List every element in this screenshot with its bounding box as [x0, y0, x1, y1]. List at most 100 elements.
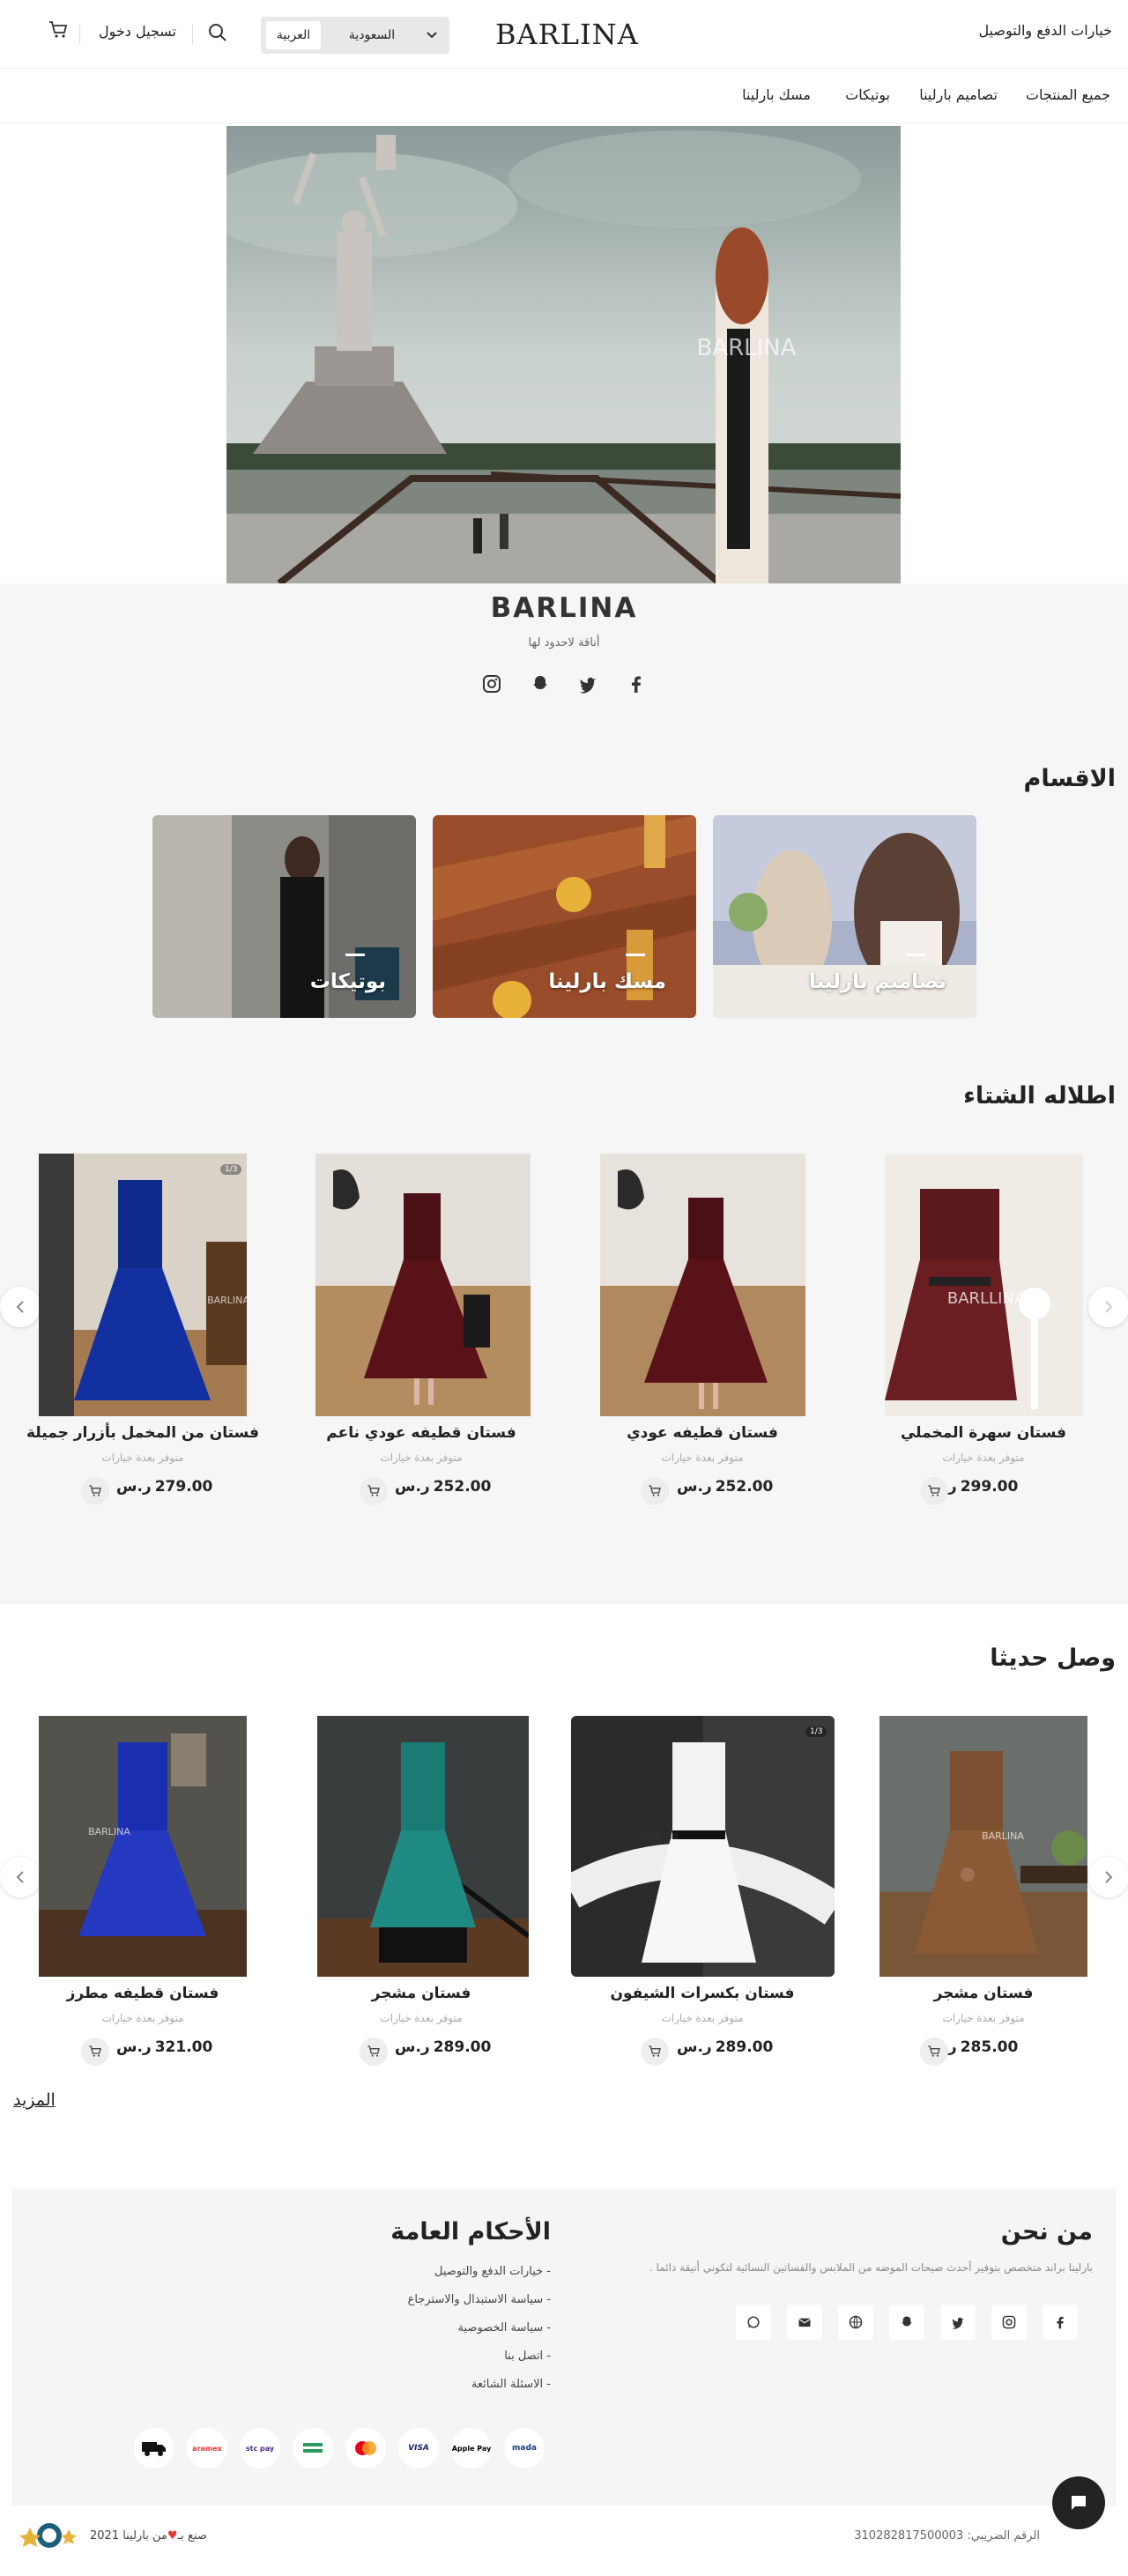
product-image[interactable]: BARLINA 1/3 — [571, 1716, 835, 1977]
category-card-musk[interactable]: مسك بارلينا — [433, 815, 696, 1018]
footer-link-returns[interactable]: - سياسة الاستبدال والاسترجاع — [408, 2293, 551, 2321]
login-link[interactable]: تسجيل دخول — [99, 23, 176, 40]
snapchat-icon[interactable] — [528, 672, 553, 696]
categories-title: الاقسام — [1023, 765, 1116, 792]
search-icon[interactable] — [208, 23, 227, 42]
hero-banner[interactable]: BARLINA — [226, 126, 901, 583]
salla-badge-icon[interactable] — [14, 2520, 78, 2550]
product-price: 279.00 ر.س — [116, 1478, 212, 1496]
apple-pay-icon: Apple Pay — [451, 2428, 492, 2468]
bank-transfer-icon — [293, 2428, 333, 2468]
price-value: 289.00 — [715, 2038, 774, 2056]
footer-terms-title: الأحكام العامة — [390, 2218, 551, 2246]
tax-number-value: 310282817500003 — [854, 2529, 964, 2543]
globe-icon[interactable] — [838, 2305, 873, 2340]
product-image[interactable] — [315, 1154, 531, 1416]
price-currency: ر.س — [395, 1478, 430, 1496]
svg-text:BARLINA: BARLINA — [88, 1826, 130, 1837]
category-label: مسك بارلينا — [548, 970, 666, 993]
product-image[interactable] — [600, 1154, 805, 1416]
product-image[interactable]: BARLINA — [879, 1716, 1087, 1977]
footer-link-faq[interactable]: - الاسئلة الشائعة — [408, 2378, 551, 2406]
category-label: بوتيكات — [309, 970, 386, 993]
product-name[interactable]: فستان مشجر — [860, 1985, 1107, 2002]
product-price: 252.00 ر.س — [677, 1478, 773, 1496]
site-logo[interactable]: BARLINA — [495, 18, 639, 51]
price-value: 285.00 — [960, 2038, 1019, 2056]
language-option[interactable]: العربية — [266, 21, 321, 49]
svg-text:BARLINA: BARLINA — [982, 1830, 1024, 1842]
footer-link-shipping[interactable]: - خيارات الدفع والتوصيل — [408, 2265, 551, 2293]
product-name[interactable]: فستان بكسرات الشيفون — [579, 1985, 826, 2002]
chat-button[interactable] — [1052, 2476, 1105, 2529]
twitter-icon[interactable] — [940, 2305, 976, 2340]
facebook-icon[interactable] — [1043, 2305, 1078, 2340]
svg-text:BARLINA: BARLINA — [640, 1832, 679, 1842]
footer-about-title: من نحن — [1000, 2218, 1093, 2246]
email-icon[interactable] — [787, 2305, 822, 2340]
carousel-next-button[interactable] — [1088, 1857, 1128, 1897]
add-to-cart-button[interactable] — [360, 1477, 388, 1505]
image-counter-badge: 1/3 — [220, 1164, 242, 1175]
aramex-icon: aramex — [187, 2428, 227, 2468]
winter-title: اطلاله الشتاء — [963, 1082, 1116, 1110]
product-name[interactable]: فستان قطيفه مطرز — [19, 1985, 266, 2002]
svg-text:BARLLINA: BARLLINA — [947, 1289, 1026, 1308]
country-option[interactable]: السعودية — [327, 21, 417, 49]
footer — [12, 2188, 1116, 2505]
add-to-cart-button[interactable] — [920, 2038, 948, 2066]
cart-icon[interactable] — [48, 19, 69, 41]
product-name[interactable]: فستان سهرة المخملي — [860, 1424, 1107, 1442]
carousel-prev-button[interactable] — [0, 1857, 41, 1897]
add-to-cart-button[interactable] — [920, 1477, 948, 1505]
carousel-next-button[interactable] — [1088, 1287, 1128, 1327]
footer-link-privacy[interactable]: - سياسة الخصوصية — [408, 2321, 551, 2350]
shipping-options-link[interactable]: خيارات الدفع والتوصيل — [978, 22, 1112, 39]
category-dash — [906, 954, 925, 956]
product-name[interactable]: فستان قطيفه عودي ناعم — [298, 1424, 545, 1442]
product-name[interactable]: فستان من المخمل بأزرار جميلة — [19, 1424, 266, 1442]
add-to-cart-button[interactable] — [641, 1477, 669, 1505]
add-to-cart-button[interactable] — [81, 2038, 109, 2066]
price-value: 279.00 — [154, 1478, 213, 1496]
twitter-icon[interactable] — [575, 672, 600, 696]
price-currency: ر.س — [116, 2038, 152, 2056]
add-to-cart-button[interactable] — [360, 2038, 388, 2066]
price-value: 289.00 — [433, 2038, 492, 2056]
nav-item-barlina-designs[interactable]: تصاميم بارلينا — [919, 86, 998, 103]
divider — [192, 25, 193, 44]
category-label: تصاميم بارلينا — [808, 970, 946, 993]
more-link[interactable]: المزيد — [13, 2090, 56, 2110]
locale-selector[interactable]: العربية السعودية — [261, 17, 449, 54]
add-to-cart-button[interactable] — [81, 1477, 109, 1505]
product-image[interactable]: BARLLINA — [885, 1154, 1083, 1416]
product-availability: متوفر بعدة خيارات — [661, 2012, 744, 2024]
footer-links: - خيارات الدفع والتوصيل - سياسة الاستبدا… — [408, 2265, 551, 2406]
product-name[interactable]: فستان قطيفه عودي — [579, 1424, 826, 1442]
facebook-icon[interactable] — [624, 672, 649, 696]
instagram-icon[interactable] — [991, 2305, 1027, 2340]
image-counter-badge: 1/3 — [805, 1726, 827, 1737]
snapchat-icon[interactable] — [889, 2305, 924, 2340]
price-currency: ر.س — [677, 1478, 712, 1496]
product-price: 252.00 ر.س — [395, 1478, 491, 1496]
instagram-icon[interactable] — [479, 672, 504, 696]
category-card-designs[interactable]: تصاميم بارلينا — [713, 815, 976, 1018]
footer-link-contact[interactable]: - اتصل بنا — [408, 2350, 551, 2378]
product-image[interactable]: BARLINA — [39, 1716, 247, 1977]
product-price: 289.00 ر.س — [677, 2038, 773, 2056]
carousel-prev-button[interactable] — [0, 1287, 41, 1327]
whatsapp-icon[interactable] — [736, 2305, 771, 2340]
social-links — [479, 672, 649, 696]
product-availability: متوفر بعدة خيارات — [380, 2012, 463, 2024]
price-currency: ر.س — [677, 2038, 712, 2056]
category-card-boutiques[interactable]: بوتيكات — [152, 815, 416, 1018]
nav-item-all-products[interactable]: جميع المنتجات — [1026, 86, 1110, 103]
product-image[interactable]: BARLINA 1/3 — [39, 1154, 247, 1416]
product-name[interactable]: فستان مشجر — [298, 1985, 545, 2002]
product-image[interactable] — [317, 1716, 529, 1977]
nav-item-boutiques[interactable]: بوتيكات — [845, 86, 890, 103]
nav-item-barlina-musk[interactable]: مسك بارلينا — [742, 86, 811, 103]
add-to-cart-button[interactable] — [641, 2038, 669, 2066]
chevron-down-icon[interactable] — [419, 23, 444, 48]
